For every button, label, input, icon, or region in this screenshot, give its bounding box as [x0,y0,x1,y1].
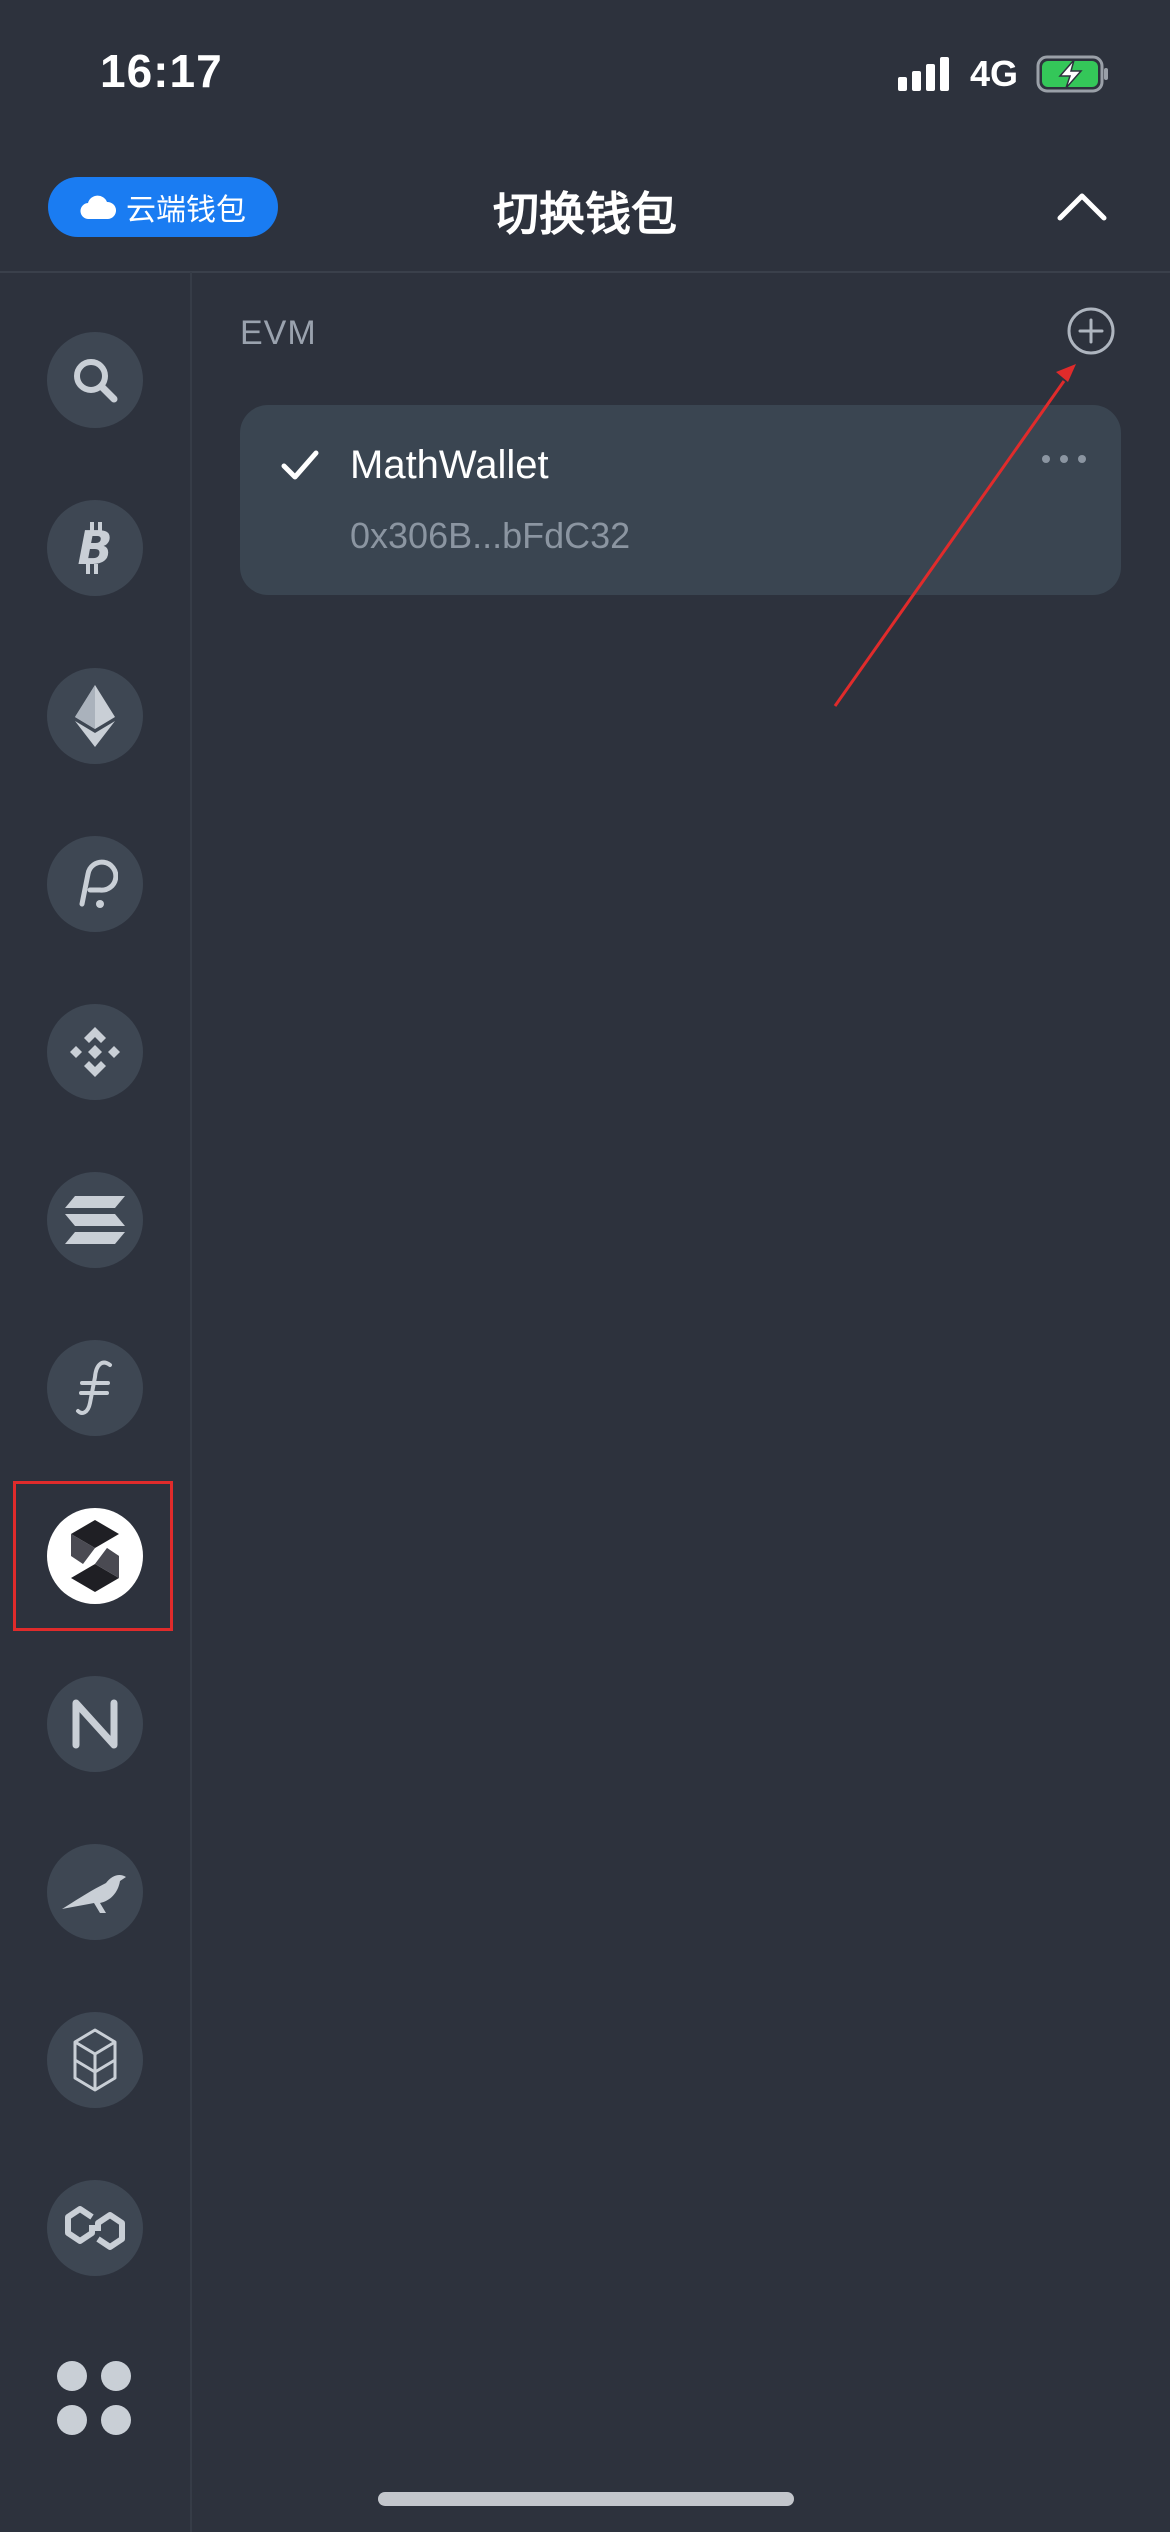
polkadot-icon [79,859,118,908]
near-icon [72,1699,118,1749]
annotation-arrow [833,364,1076,707]
status-time: 16:17 [100,45,223,97]
evm-chain-icon [71,1520,119,1592]
chain-polkadot-button[interactable] [47,836,143,932]
chain-bird-button[interactable] [47,1844,143,1940]
section-label-evm: EVM [240,314,317,352]
check-icon [281,450,319,480]
bird-icon [62,1875,126,1913]
filecoin-icon [76,1360,112,1415]
chain-near-button[interactable] [47,1676,143,1772]
bitcoin-icon: B [77,521,112,575]
chain-solana-button[interactable] [47,1172,143,1268]
home-indicator [378,2492,794,2506]
status-indicators: 4G [897,52,1110,96]
ethereum-icon [75,685,115,747]
wallet-address: 0x306B...bFdC32 [350,515,631,556]
solana-icon [65,1196,125,1244]
sidebar-divider [190,272,192,2532]
more-apps-icon [57,2361,131,2435]
wallet-card[interactable]: MathWallet 0x306B...bFdC32 [240,405,1121,595]
polygon-icon [65,2206,125,2250]
add-wallet-icon[interactable] [1066,306,1116,356]
fantom-icon [73,2028,117,2092]
chain-ethereum-button[interactable] [47,668,143,764]
chain-filecoin-button[interactable] [47,1340,143,1436]
chain-polygon-button[interactable] [47,2180,143,2276]
header-divider [0,271,1170,273]
battery-charging-icon [1036,55,1108,93]
chain-evm-selected-button[interactable] [47,1508,143,1604]
signal-icon [897,57,949,91]
chain-fantom-button[interactable] [47,2012,143,2108]
page-title: 切换钱包 [493,188,677,240]
chevron-up-icon[interactable] [1054,180,1110,236]
chain-binance-button[interactable] [47,1004,143,1100]
more-apps-button[interactable] [52,2356,138,2442]
binance-icon [70,1027,120,1077]
search-icon [74,359,118,403]
chain-bitcoin-button[interactable]: B [47,500,143,596]
network-type: 4G [969,53,1018,94]
wallet-name: MathWallet [350,443,549,487]
more-options-icon[interactable] [1040,449,1088,469]
chain-search-button[interactable] [47,332,143,428]
